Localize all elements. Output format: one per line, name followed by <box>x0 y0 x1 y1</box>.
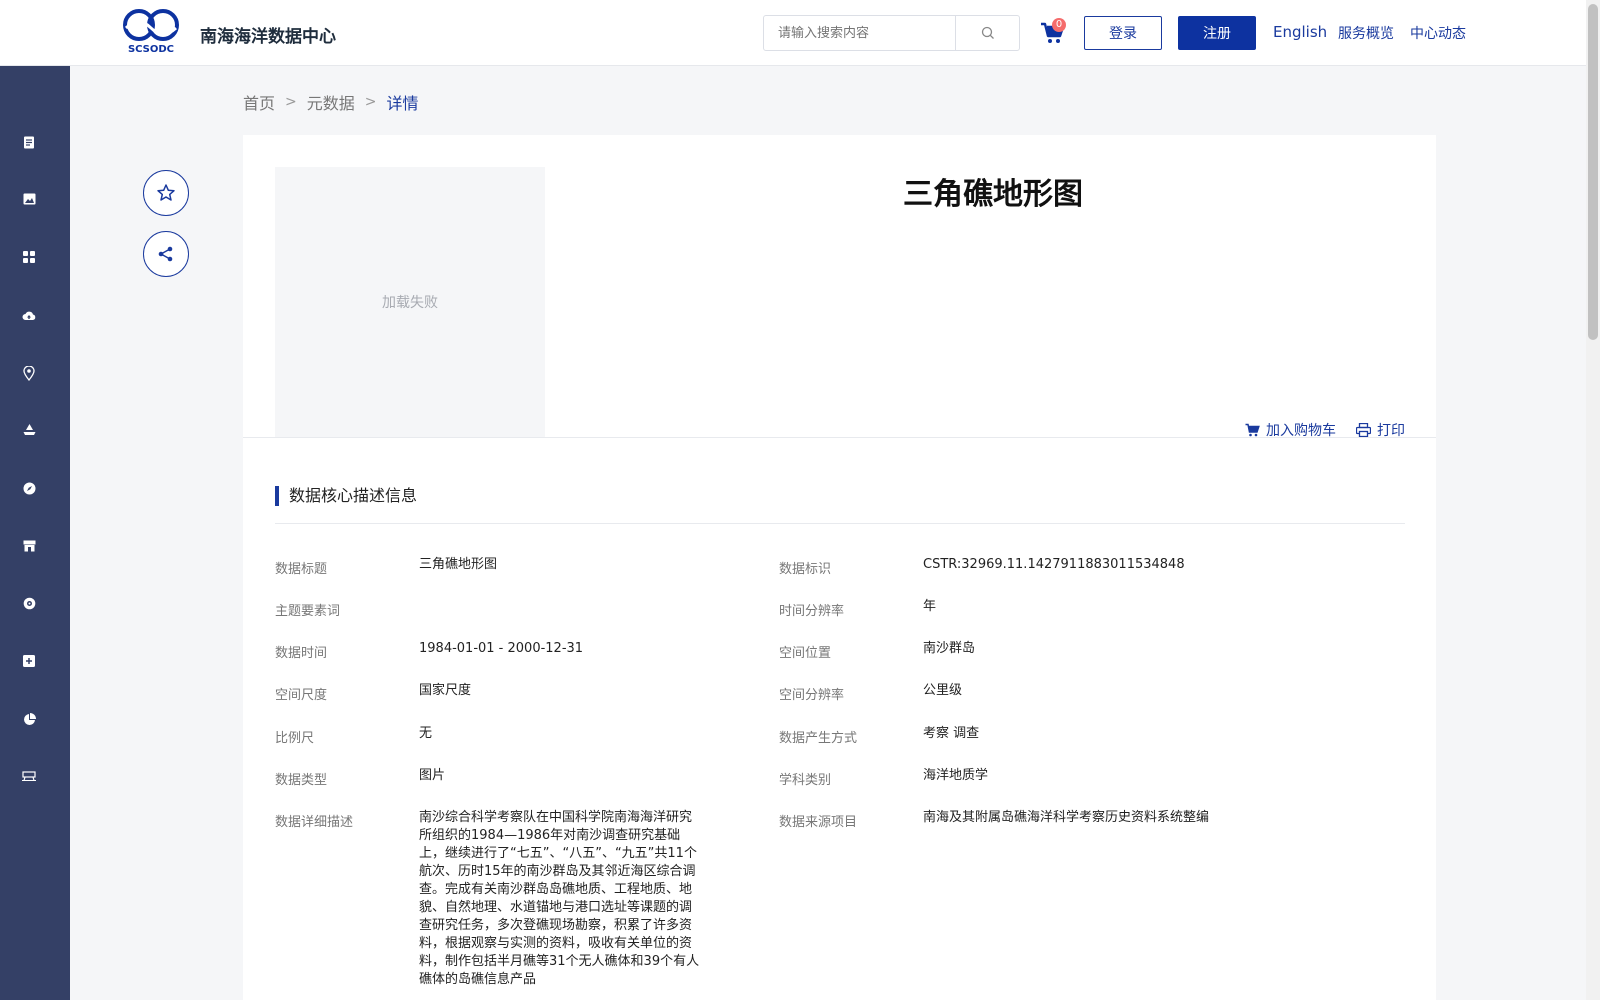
search-icon <box>981 26 994 39</box>
english-link[interactable]: English <box>1273 23 1327 41</box>
plus-square-icon[interactable] <box>21 653 37 669</box>
breadcrumb: 首页 > 元数据 > 详情 <box>243 90 419 114</box>
field-value: 1984-01-01 - 2000-12-31 <box>419 641 584 656</box>
page-scrollbar[interactable] <box>1586 0 1600 1000</box>
field-label: 时间分辨率 <box>779 604 845 619</box>
field-label: 数据详细描述 <box>275 815 354 830</box>
register-button[interactable]: 注册 <box>1178 16 1256 50</box>
image-load-failed-text: 加载失败 <box>382 295 438 311</box>
field-label: 数据标识 <box>779 562 832 577</box>
grid-icon[interactable] <box>21 249 37 265</box>
image-icon[interactable] <box>21 191 37 207</box>
field-value: 公里级 <box>923 683 963 698</box>
field-value-description: 南沙综合科学考察队在中国科学院南海海洋研究所组织的1984—1986年对南沙调查… <box>419 810 700 987</box>
logo-text: SCSODC <box>128 44 174 54</box>
detail-card: 加载失败 三角礁地形图 加入购物车 打印 数据核心描述信息 数据标题 三角礁地形… <box>243 135 1436 1000</box>
compass-icon[interactable] <box>21 480 37 496</box>
field-label: 数据产生方式 <box>779 731 858 746</box>
scrollbar-thumb[interactable] <box>1588 4 1598 340</box>
left-sidebar <box>0 66 70 1000</box>
search-button[interactable] <box>956 16 1019 50</box>
data-title: 三角礁地形图 <box>903 177 1083 212</box>
breadcrumb-home[interactable]: 首页 <box>243 90 275 114</box>
field-label: 主题要素词 <box>275 604 341 619</box>
location-icon[interactable] <box>21 365 37 381</box>
field-label: 空间尺度 <box>275 688 328 703</box>
data-image-placeholder: 加载失败 <box>275 167 545 437</box>
top-navbar: SCSODC 南海海洋数据中心 0 登录 注册 English 服务概览 中心动… <box>0 0 1586 66</box>
share-icon <box>158 246 173 262</box>
breadcrumb-current: 详情 <box>386 94 419 113</box>
field-value: 国家尺度 <box>419 683 472 698</box>
field-label: 数据来源项目 <box>779 815 858 830</box>
breadcrumb-metadata[interactable]: 元数据 <box>307 90 355 114</box>
section-title: 数据核心描述信息 <box>275 486 417 506</box>
card-divider <box>243 437 1436 438</box>
field-value: 南沙群岛 <box>923 641 976 656</box>
ship-icon[interactable] <box>21 422 37 438</box>
globe-icon[interactable] <box>21 595 37 611</box>
cart-icon <box>1245 423 1260 437</box>
field-label: 空间分辨率 <box>779 688 845 703</box>
station-icon[interactable] <box>21 768 37 784</box>
star-icon <box>157 184 175 201</box>
field-value: 考察 调查 <box>923 726 980 741</box>
field-label: 数据类型 <box>275 773 328 788</box>
favorite-button[interactable] <box>143 170 189 216</box>
cart-count-badge: 0 <box>1052 18 1066 32</box>
login-button[interactable]: 登录 <box>1084 16 1162 50</box>
printer-icon <box>1356 423 1371 437</box>
pie-chart-icon[interactable] <box>21 711 37 727</box>
site-title[interactable]: 南海海洋数据中心 <box>200 22 336 47</box>
field-value: CSTR:32969.11.1427911883011534848 <box>923 557 1185 572</box>
logo[interactable]: SCSODC <box>120 6 182 54</box>
field-label: 学科类别 <box>779 773 832 788</box>
cloud-upload-icon[interactable] <box>21 307 37 323</box>
field-label: 空间位置 <box>779 646 832 661</box>
store-icon[interactable] <box>21 538 37 554</box>
field-value: 年 <box>923 599 937 614</box>
share-button[interactable] <box>143 231 189 277</box>
section-divider <box>275 523 1405 524</box>
field-value: 海洋地质学 <box>923 768 989 783</box>
document-icon[interactable] <box>21 134 37 150</box>
field-value: 南海及其附属岛礁海洋科学考察历史资料系统整编 <box>923 810 1210 825</box>
field-label: 比例尺 <box>275 731 315 746</box>
chevron-right-icon: > <box>285 94 297 110</box>
field-value: 图片 <box>419 768 446 783</box>
chevron-right-icon: > <box>364 94 377 110</box>
search-input[interactable] <box>764 16 954 50</box>
field-value: 无 <box>419 726 433 741</box>
service-overview-link[interactable]: 服务概览 <box>1338 23 1394 43</box>
field-label: 数据标题 <box>275 562 328 577</box>
search-box <box>763 15 1020 51</box>
center-news-link[interactable]: 中心动态 <box>1410 23 1466 43</box>
field-label: 数据时间 <box>275 646 328 661</box>
field-value: 三角礁地形图 <box>419 557 498 572</box>
